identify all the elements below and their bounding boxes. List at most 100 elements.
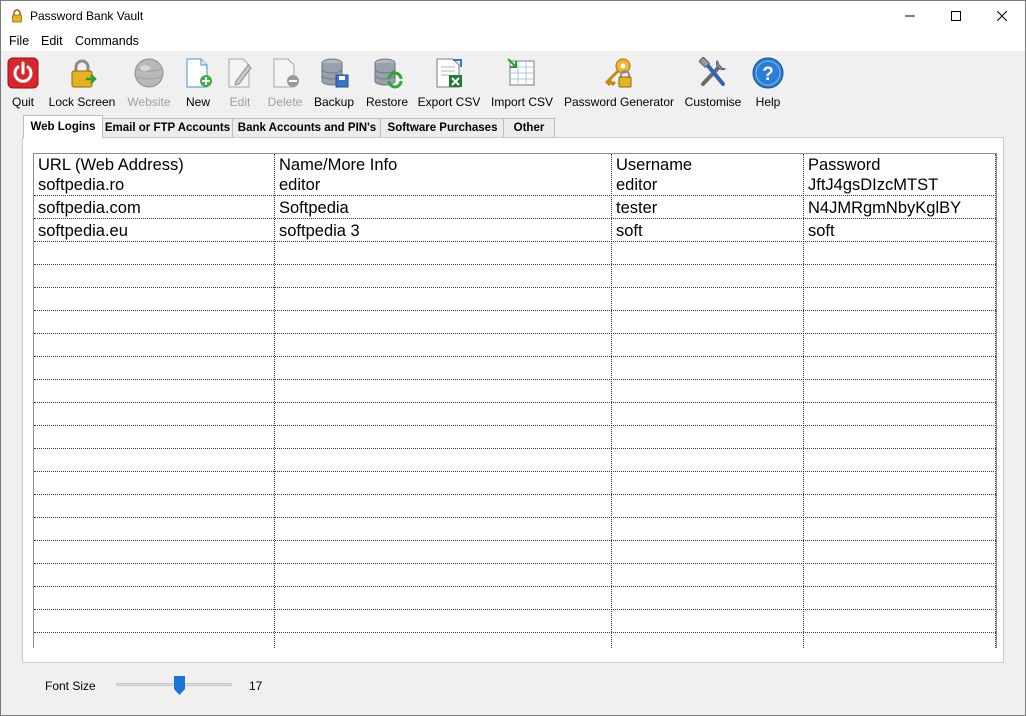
row-divider (34, 402, 996, 403)
edit-label: Edit (229, 95, 251, 109)
table-cell[interactable]: editor (616, 176, 657, 195)
app-lock-icon (12, 9, 22, 23)
restore-button[interactable]: Restore (365, 57, 409, 109)
minimize-button[interactable] (887, 1, 933, 31)
row-divider (34, 494, 996, 495)
menu-commands[interactable]: Commands (75, 34, 139, 48)
menu-edit[interactable]: Edit (41, 34, 63, 48)
row-divider (34, 448, 996, 449)
row-divider (34, 632, 996, 633)
database-save-icon (321, 58, 349, 88)
font-size-slider[interactable] (116, 673, 232, 697)
row-divider (34, 540, 996, 541)
table-cell[interactable]: soft (616, 222, 643, 241)
column-divider (274, 154, 275, 648)
logins-table[interactable]: URL (Web Address) Name/More Info Usernam… (33, 153, 997, 648)
table-cell[interactable]: editor (279, 176, 320, 195)
row-divider (34, 609, 996, 610)
import-csv-button[interactable]: Import CSV (491, 57, 553, 109)
close-icon (997, 11, 1007, 21)
row-divider (34, 310, 996, 311)
customise-button[interactable]: Customise (684, 57, 742, 109)
column-header-password[interactable]: Password (808, 156, 880, 175)
table-cell[interactable]: softpedia.com (38, 199, 141, 218)
export-csv-icon (436, 58, 462, 88)
table-cell[interactable]: softpedia.eu (38, 222, 128, 241)
maximize-button[interactable] (933, 1, 979, 31)
svg-text:?: ? (762, 64, 774, 85)
row-divider (34, 586, 996, 587)
edit-document-icon (228, 58, 252, 88)
table-cell[interactable]: softpedia 3 (279, 222, 360, 241)
row-divider (34, 517, 996, 518)
help-button[interactable]: ? Help (751, 57, 785, 109)
power-icon (7, 57, 39, 89)
row-divider (34, 264, 996, 265)
lock-icon (71, 59, 97, 88)
table-cell[interactable]: soft (808, 222, 835, 241)
delete-label: Delete (267, 95, 303, 109)
row-divider (34, 563, 996, 564)
column-divider (611, 154, 612, 648)
lock-screen-label: Lock Screen (48, 95, 116, 109)
import-csv-label: Import CSV (491, 95, 554, 109)
column-header-url[interactable]: URL (Web Address) (38, 156, 184, 175)
delete-button[interactable]: Delete (265, 57, 305, 109)
lock-screen-button[interactable]: Lock Screen (49, 57, 115, 109)
font-size-value: 17 (249, 679, 263, 693)
export-csv-label: Export CSV (417, 95, 481, 109)
delete-document-icon (273, 58, 299, 88)
column-divider (803, 154, 804, 648)
row-divider (34, 241, 996, 242)
table-cell[interactable]: JftJ4gsDIzcMTST (808, 176, 938, 195)
close-button[interactable] (979, 1, 1025, 31)
title-bar: Password Bank Vault (1, 1, 1025, 31)
backup-label: Backup (313, 95, 355, 109)
window-title: Password Bank Vault (30, 9, 144, 23)
export-csv-button[interactable]: Export CSV (417, 57, 481, 109)
database-restore-icon (374, 58, 403, 89)
maximize-icon (951, 11, 961, 21)
tab-email-ftp-accounts[interactable]: Email or FTP Accounts (101, 118, 234, 137)
tools-icon (698, 57, 727, 86)
new-label: New (185, 95, 210, 109)
table-cell[interactable]: softpedia.ro (38, 176, 124, 195)
table-cell[interactable]: Softpedia (279, 199, 349, 218)
new-button[interactable]: New (181, 57, 215, 109)
table-cell[interactable]: N4JMRgmNbyKglBY (808, 199, 961, 218)
tab-panel: URL (Web Address) Name/More Info Usernam… (22, 137, 1004, 663)
tab-web-logins[interactable]: Web Logins (23, 115, 103, 138)
help-icon: ? (752, 57, 784, 89)
website-label: Website (127, 95, 171, 109)
slider-thumb[interactable] (174, 676, 185, 695)
key-lock-icon (604, 58, 632, 88)
quit-button[interactable]: Quit (6, 57, 40, 109)
row-divider (34, 425, 996, 426)
edit-button[interactable]: Edit (223, 57, 257, 109)
row-divider (34, 379, 996, 380)
row-divider (34, 333, 996, 334)
column-header-username[interactable]: Username (616, 156, 692, 175)
font-size-label: Font Size (45, 679, 96, 693)
menu-file[interactable]: File (9, 34, 29, 48)
row-divider (34, 356, 996, 357)
backup-button[interactable]: Backup (313, 57, 355, 109)
table-cell[interactable]: tester (616, 199, 657, 218)
tab-software-purchases[interactable]: Software Purchases (380, 118, 505, 137)
password-generator-button[interactable]: Password Generator (564, 57, 674, 109)
website-button[interactable]: Website (126, 57, 172, 109)
menu-bar: File Edit Commands (1, 31, 1025, 51)
toolbar: Quit Lock Screen Website New Edit Delete… (1, 53, 1025, 113)
row-divider (34, 195, 996, 196)
restore-label: Restore (365, 95, 409, 109)
globe-icon (134, 58, 164, 88)
help-label: Help (755, 95, 781, 109)
row-divider (34, 471, 996, 472)
row-divider (34, 287, 996, 288)
new-document-icon (186, 58, 212, 88)
row-divider (34, 218, 996, 219)
column-header-name[interactable]: Name/More Info (279, 156, 397, 175)
minimize-icon (905, 15, 915, 17)
tab-bank-accounts-pins[interactable]: Bank Accounts and PIN's (232, 118, 382, 137)
tab-other[interactable]: Other (503, 118, 555, 137)
